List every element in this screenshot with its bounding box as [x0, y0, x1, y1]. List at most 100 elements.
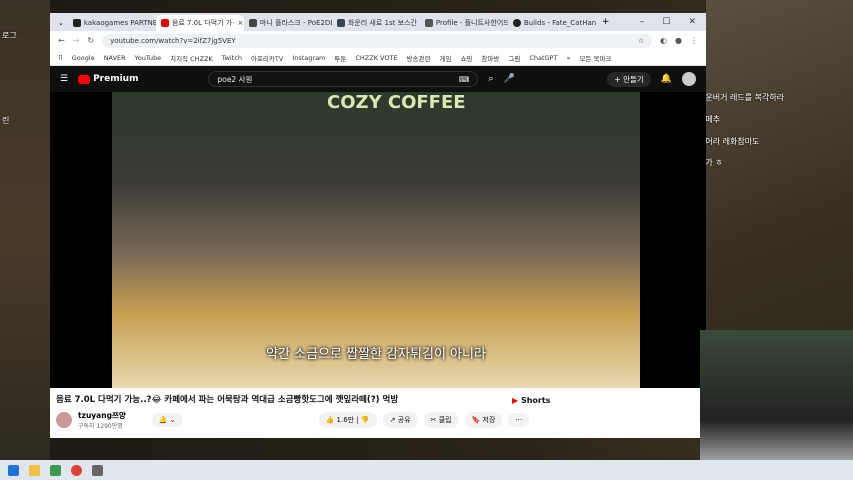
favicon-icon	[336, 19, 345, 27]
tab-search-icon[interactable]: ⌄	[54, 19, 68, 31]
save-label: 저장	[482, 416, 496, 424]
like-button[interactable]: 👍 1.6만 | 👎	[318, 412, 377, 428]
tab[interactable]: Builds - Fate_CatHand×	[508, 15, 596, 31]
mic-icon[interactable]: 🎤	[504, 74, 515, 84]
youtube-icon	[160, 19, 169, 27]
bookmark[interactable]: YouTube	[135, 54, 161, 62]
file-explorer-icon[interactable]	[29, 464, 40, 476]
bookmark[interactable]: CHZZK VOTE	[355, 54, 397, 62]
bookmark[interactable]: 아프리카TV	[251, 53, 283, 63]
bookmark[interactable]: 투툰	[334, 53, 346, 63]
favicon-icon	[512, 19, 521, 27]
maximize-button[interactable]: ☐	[662, 17, 670, 27]
like-count: 1.6만	[336, 416, 355, 424]
video-subtitle: 약간 소금으로 짭짤한 감자튀김이 아니라	[266, 347, 486, 362]
close-window-button[interactable]: ✕	[688, 17, 696, 27]
subscriber-count: 구독자 1290만명	[78, 423, 123, 430]
tab[interactable]: 마니 플라스크 - PoE2DB×	[244, 15, 332, 31]
browser-window: ⌄ kakaogames PARTNERS× 음료 7.0L 다먹기 가·× 마…	[50, 13, 706, 438]
tab-active[interactable]: 음료 7.0L 다먹기 가· ×	[155, 15, 244, 31]
channel-name[interactable]: tzuyang쯔양	[78, 410, 126, 421]
all-bookmarks[interactable]: 모든 북마크	[579, 53, 611, 63]
bookmark[interactable]: 치지직 CHZZK	[170, 53, 213, 63]
youtube-logo[interactable]: Premium	[78, 74, 138, 84]
favicon-icon	[248, 19, 257, 27]
shorts-heading[interactable]: ▶ Shorts	[512, 396, 550, 405]
bookmark[interactable]: Twitch	[222, 54, 242, 62]
search-input[interactable]: poe2 사원 ⌨	[208, 71, 479, 87]
video-title: 음료 7.0L 다먹기 가능..?😂 카페에서 파는 어묵탕과 역대급 소금빵핫…	[56, 395, 399, 405]
cafe-sign: COZY COFFEE	[327, 92, 466, 113]
create-button[interactable]: + 만들기	[607, 71, 651, 87]
hamburger-icon[interactable]: ☰	[60, 74, 68, 84]
keyboard-icon[interactable]: ⌨	[459, 75, 470, 84]
youtube-header: ☰ Premium poe2 사원 ⌨ ⌕ 🎤 + 만들기 🔔	[50, 66, 706, 92]
profile-icon[interactable]: ●	[675, 36, 682, 45]
taskbar	[0, 460, 853, 480]
webcam-overlay	[700, 330, 853, 480]
share-button[interactable]: ↗ 공유	[382, 412, 418, 428]
game-label: 린	[2, 116, 10, 125]
address-bar-row: ← → ↻ youtube.com/watch?v=2ifZ7jg5VEY ☆ ◐…	[50, 31, 706, 50]
notifications-icon[interactable]: 🔔	[661, 74, 672, 84]
url-input[interactable]: youtube.com/watch?v=2ifZ7jg5VEY ☆	[102, 33, 653, 48]
tab-label: 화운리 새로 1st 보스간	[347, 19, 417, 27]
start-icon[interactable]	[8, 464, 19, 476]
bookmark-star-icon[interactable]: ☆	[638, 37, 644, 45]
apps-icon[interactable]: ⠿	[58, 54, 63, 62]
bookmark-folder[interactable]: 게임	[439, 53, 451, 63]
create-label: 만들기	[623, 74, 644, 84]
menu-icon[interactable]: ⋮	[690, 36, 698, 45]
bookmark-folder[interactable]: 참마방	[481, 53, 499, 63]
tab-label: kakaogames PARTNERS	[83, 19, 156, 27]
avatar[interactable]	[682, 72, 696, 86]
app-icon[interactable]	[50, 464, 61, 476]
bookmark[interactable]: Instagram	[292, 54, 325, 62]
tab-label: 마니 플라스크 - PoE2DB	[259, 19, 332, 27]
tab-bar: ⌄ kakaogames PARTNERS× 음료 7.0L 다먹기 가·× 마…	[50, 13, 706, 31]
tab[interactable]: Profile - 플니트사한어드×	[420, 15, 508, 31]
bookmark-folder[interactable]: 그림	[508, 53, 520, 63]
bookmark[interactable]: NAVER	[104, 54, 126, 62]
share-label: 공유	[397, 416, 411, 424]
more-button[interactable]: ···	[508, 413, 530, 427]
minimize-button[interactable]: –	[640, 17, 645, 27]
search-value: poe2 사원	[217, 74, 253, 84]
clip-button[interactable]: ✂ 클립	[423, 412, 459, 428]
chat-line: 올어라 레화참마도	[698, 137, 760, 146]
tab-label: 음료 7.0L 다먹기 가·	[171, 19, 235, 27]
video-info: 음료 7.0L 다먹기 가능..?😂 카페에서 파는 어묵탕과 역대급 소금빵핫…	[50, 388, 706, 435]
chrome-icon[interactable]	[71, 464, 82, 476]
reload-icon[interactable]: ↻	[87, 36, 94, 45]
tab-label: Builds - Fate_CatHand	[523, 19, 596, 27]
video-frame: COZY COFFEE 약간 소금으로 짭짤한 감자튀김이 아니라	[112, 92, 640, 388]
more-bookmarks[interactable]: »	[566, 54, 570, 62]
bookmark[interactable]: Google	[72, 54, 95, 62]
bookmark[interactable]: ChatGPT	[529, 54, 557, 62]
search-icon[interactable]: ⌕	[488, 74, 493, 84]
extensions-icon[interactable]: ◐	[660, 36, 667, 45]
channel-avatar[interactable]	[56, 412, 72, 428]
tab[interactable]: 화운리 새로 1st 보스간×	[332, 15, 420, 31]
tab[interactable]: kakaogames PARTNERS×	[68, 15, 156, 31]
tab-label: Profile - 플니트사한어드	[435, 19, 508, 27]
shorts-icon: ▶	[512, 396, 519, 405]
notification-bell-button[interactable]: 🔔 ⌄	[151, 413, 183, 427]
bookmark-folder[interactable]: 방송관련	[407, 53, 431, 63]
bookmarks-bar: ⠿ Google NAVER YouTube 치지직 CHZZK Twitch …	[50, 50, 706, 66]
close-icon[interactable]: ×	[237, 19, 243, 27]
back-icon[interactable]: ←	[58, 36, 65, 45]
bookmark-folder[interactable]: 쇼핑	[460, 53, 472, 63]
youtube-icon	[78, 74, 91, 84]
video-player[interactable]: COZY COFFEE 약간 소금으로 짭짤한 감자튀김이 아니라	[50, 92, 706, 388]
favicon-icon	[424, 19, 433, 27]
save-button[interactable]: 🔖 저장	[464, 412, 503, 428]
url-text: youtube.com/watch?v=2ifZ7jg5VEY	[110, 36, 236, 45]
shorts-label: Shorts	[520, 396, 551, 405]
new-tab-button[interactable]: +	[596, 17, 616, 31]
forward-icon[interactable]: →	[73, 36, 80, 45]
logo-text: Premium	[93, 74, 139, 84]
game-label: 로그	[2, 31, 17, 40]
game-background-left: 로그 린	[0, 0, 50, 460]
game-icon[interactable]	[92, 464, 103, 476]
